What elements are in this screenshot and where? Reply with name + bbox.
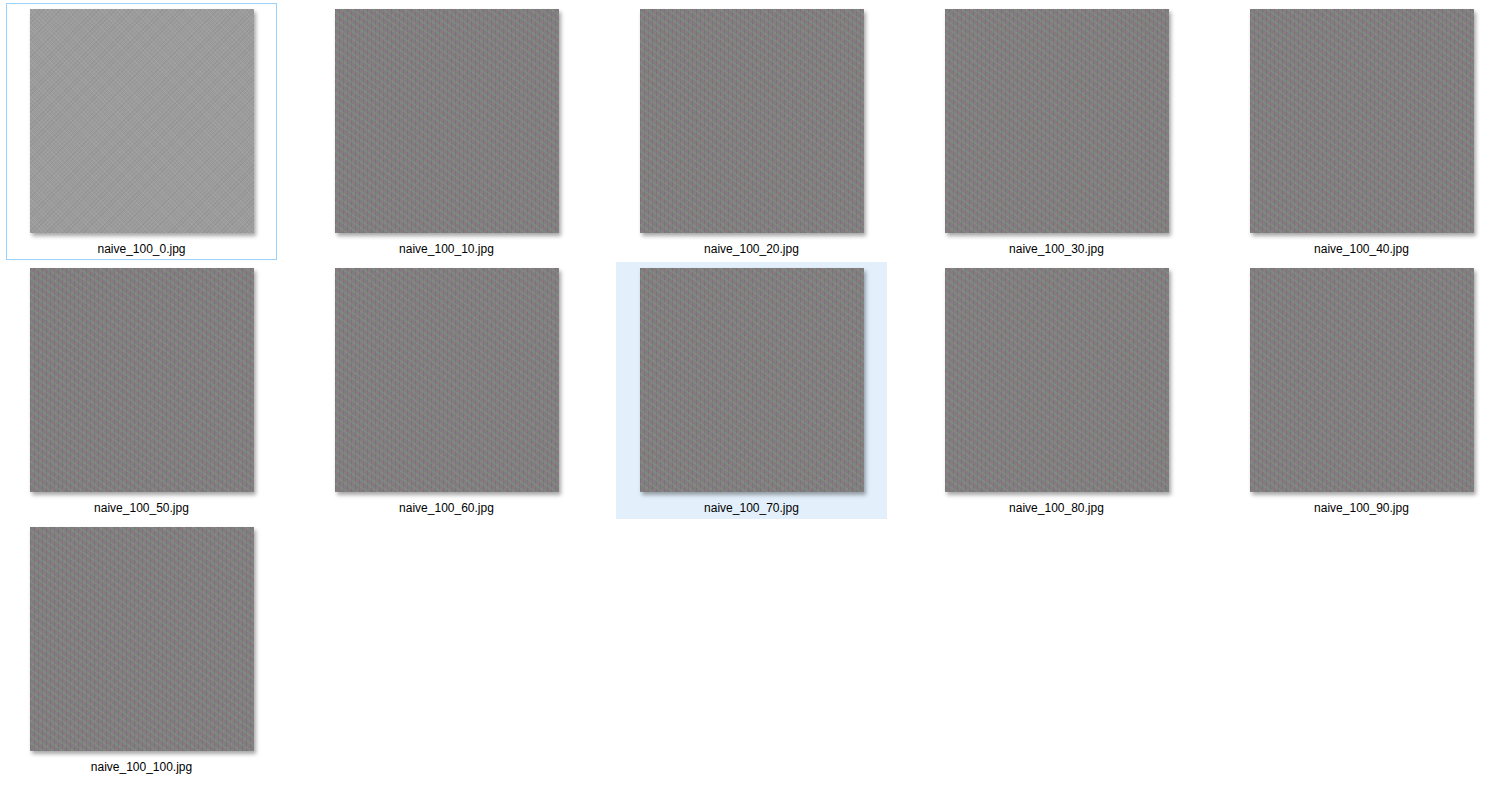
image-thumbnail bbox=[1250, 9, 1474, 233]
file-item[interactable]: naive_100_20.jpg bbox=[616, 3, 887, 260]
file-view: naive_100_0.jpg naive_100_10.jpg naive_1… bbox=[0, 0, 1491, 785]
file-item[interactable]: naive_100_80.jpg bbox=[921, 262, 1192, 519]
image-thumbnail bbox=[945, 268, 1169, 492]
file-item[interactable]: naive_100_40.jpg bbox=[1226, 3, 1491, 260]
image-thumbnail bbox=[30, 268, 254, 492]
file-name: naive_100_90.jpg bbox=[1314, 501, 1409, 516]
file-item[interactable]: naive_100_90.jpg bbox=[1226, 262, 1491, 519]
image-thumbnail bbox=[945, 9, 1169, 233]
file-item[interactable]: naive_100_10.jpg bbox=[311, 3, 582, 260]
file-name: naive_100_50.jpg bbox=[94, 501, 189, 516]
file-name: naive_100_100.jpg bbox=[91, 760, 192, 775]
file-item[interactable]: naive_100_30.jpg bbox=[921, 3, 1192, 260]
image-thumbnail bbox=[335, 268, 559, 492]
image-thumbnail bbox=[640, 9, 864, 233]
image-thumbnail bbox=[335, 9, 559, 233]
image-thumbnail bbox=[640, 268, 864, 492]
image-thumbnail bbox=[1250, 268, 1474, 492]
file-item[interactable]: naive_100_60.jpg bbox=[311, 262, 582, 519]
file-name: naive_100_30.jpg bbox=[1009, 242, 1104, 257]
file-name: naive_100_0.jpg bbox=[97, 242, 185, 257]
file-name: naive_100_80.jpg bbox=[1009, 501, 1104, 516]
file-item[interactable]: naive_100_0.jpg bbox=[6, 3, 277, 260]
file-name: naive_100_10.jpg bbox=[399, 242, 494, 257]
file-name: naive_100_20.jpg bbox=[704, 242, 799, 257]
file-name: naive_100_60.jpg bbox=[399, 501, 494, 516]
image-thumbnail bbox=[30, 9, 254, 233]
file-name: naive_100_70.jpg bbox=[704, 501, 799, 516]
image-thumbnail bbox=[30, 527, 254, 751]
file-item[interactable]: naive_100_70.jpg bbox=[616, 262, 887, 519]
file-name: naive_100_40.jpg bbox=[1314, 242, 1409, 257]
file-item[interactable]: naive_100_50.jpg bbox=[6, 262, 277, 519]
file-item[interactable]: naive_100_100.jpg bbox=[6, 521, 277, 778]
